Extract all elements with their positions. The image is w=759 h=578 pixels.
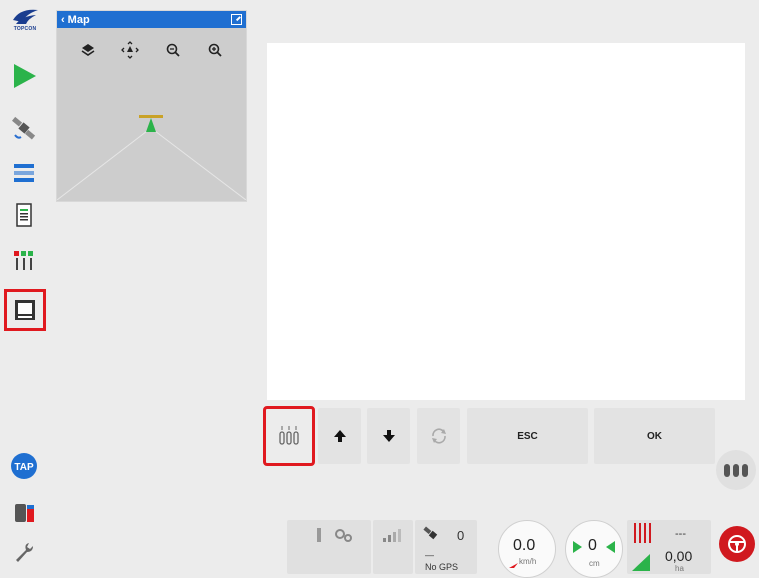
- tank-button[interactable]: [6, 495, 42, 531]
- move-up-key[interactable]: [318, 408, 361, 464]
- screen-layout-icon: [15, 300, 35, 320]
- satellite-icon: [423, 526, 438, 540]
- tap-button[interactable]: TAP: [6, 448, 42, 484]
- left-sidebar: TOPCON TAP: [0, 0, 48, 574]
- speed-value: 0.0: [513, 537, 536, 554]
- topcon-logo: TOPCON: [4, 6, 46, 40]
- expand-icon[interactable]: [231, 14, 242, 25]
- implement-list-icon: [14, 164, 34, 182]
- chevron-left-icon: ‹: [61, 13, 65, 26]
- section-switches-icon: [724, 464, 748, 477]
- signal-bars-icon: [383, 529, 401, 542]
- task-document-icon: [16, 203, 32, 227]
- implement-icon: [317, 528, 321, 542]
- task-button[interactable]: [6, 198, 42, 234]
- offset-unit: cm: [589, 559, 600, 568]
- area-triangle-icon: [632, 554, 650, 571]
- section-switches-icon: [279, 426, 299, 445]
- gps-status-text: No GPS: [425, 562, 459, 572]
- gears-icon: [335, 529, 352, 542]
- auto-steer-button[interactable]: [719, 526, 755, 562]
- signal-status[interactable]: [373, 520, 413, 574]
- ok-button[interactable]: OK: [594, 408, 715, 464]
- esc-button[interactable]: ESC: [467, 408, 588, 464]
- tap-label: TAP: [14, 462, 34, 473]
- rotate-icon: [431, 428, 446, 444]
- map-title: Map: [67, 13, 90, 26]
- gps-status[interactable]: 0 — No GPS: [415, 520, 477, 574]
- offset-value: 0: [588, 537, 597, 554]
- satellite-count: 0: [457, 528, 465, 543]
- arrow-down-icon: [382, 430, 395, 442]
- steering-wheel-icon: [728, 535, 746, 553]
- speed-unit: km/h: [519, 557, 537, 566]
- sections-button[interactable]: [6, 243, 42, 279]
- guidance-button[interactable]: [6, 58, 42, 94]
- main-display-area[interactable]: [267, 43, 745, 400]
- sections-toggle-button[interactable]: [716, 450, 756, 490]
- sections-icon: [14, 251, 33, 270]
- gps-button[interactable]: [6, 110, 42, 146]
- status-bar: 0 — No GPS 0.0 km/h 0 cm --- 0,00 ha: [285, 517, 713, 578]
- sections-key[interactable]: [263, 406, 315, 466]
- right-arrow-icon: [606, 541, 615, 553]
- area-status[interactable]: --- 0,00 ha: [627, 520, 711, 574]
- move-down-key[interactable]: [367, 408, 410, 464]
- area-value: 0,00: [665, 548, 693, 564]
- arrow-up-icon: [333, 430, 346, 442]
- guidance-arrow-icon: [14, 64, 36, 88]
- sections-value: ---: [675, 528, 686, 540]
- vehicle-icon: [139, 115, 163, 132]
- rotate-key[interactable]: [417, 408, 460, 464]
- implement-status[interactable]: [287, 520, 371, 574]
- offset-gauge[interactable]: 0 cm: [565, 520, 623, 578]
- screen-layout-button[interactable]: [4, 289, 46, 331]
- logo-text: TOPCON: [13, 26, 37, 32]
- softkey-row: ESC OK: [263, 406, 715, 466]
- map-mini-panel[interactable]: ‹ Map: [56, 10, 247, 202]
- area-unit: ha: [675, 564, 684, 573]
- sections-bars-icon: [634, 523, 651, 543]
- map-back-button[interactable]: ‹ Map: [61, 14, 231, 26]
- tap-icon: TAP: [11, 453, 37, 479]
- left-arrow-icon: [573, 541, 582, 553]
- settings-button[interactable]: [6, 534, 42, 570]
- satellite-icon: [12, 116, 36, 140]
- speed-gauge[interactable]: 0.0 km/h: [498, 520, 556, 578]
- tank-icon: [15, 504, 34, 522]
- map-canvas[interactable]: [57, 28, 246, 200]
- gps-accuracy: —: [425, 550, 434, 560]
- implement-button[interactable]: [6, 155, 42, 191]
- map-header: ‹ Map: [57, 11, 246, 28]
- speed-needle-icon: [509, 563, 518, 568]
- wrench-icon: [16, 543, 33, 562]
